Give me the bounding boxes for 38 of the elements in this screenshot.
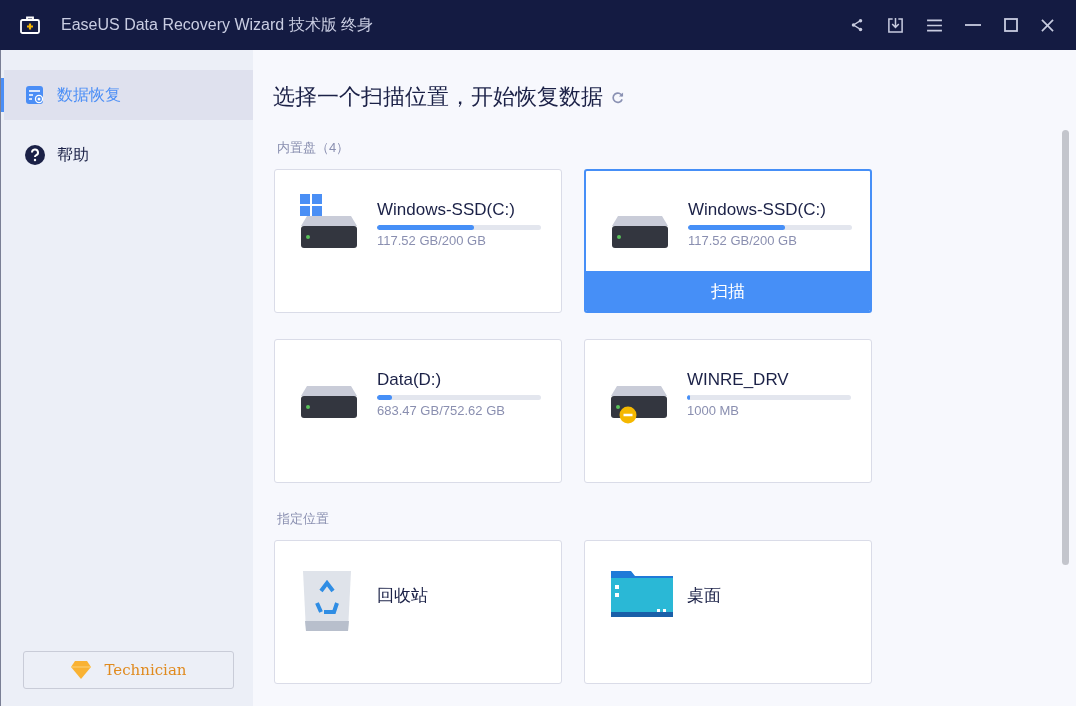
page-heading: 选择一个扫描位置，开始恢复数据 — [273, 83, 603, 111]
location-card[interactable]: 桌面 — [584, 540, 872, 684]
recycle-bin-icon — [301, 571, 353, 633]
recovery-icon — [25, 85, 45, 105]
help-icon — [25, 145, 45, 165]
drive-size: 117.52 GB/200 GB — [377, 233, 487, 248]
drive-size: 1000 MB — [687, 403, 741, 418]
hard-drive-icon — [301, 216, 357, 248]
hard-drive-icon — [612, 216, 668, 248]
location-name: 回收站 — [377, 586, 428, 606]
hard-drive-icon — [611, 386, 667, 418]
location-name: Windows-SSD(C:) — [377, 200, 516, 220]
download-icon[interactable] — [887, 16, 904, 34]
hard-drive-icon — [301, 386, 357, 418]
maximize-icon[interactable] — [1004, 18, 1018, 32]
location-card[interactable]: WINRE_DRV 1000 MB — [584, 339, 872, 483]
location-name: Windows-SSD(C:) — [688, 200, 827, 220]
window-title: EaseUS Data Recovery Wizard 技术版 终身 — [61, 14, 374, 35]
refresh-icon[interactable] — [611, 90, 624, 104]
location-name: WINRE_DRV — [687, 370, 790, 390]
location-card[interactable]: Windows-SSD(C:) 117.52 GB/200 GB — [274, 169, 562, 313]
toolbox-icon — [20, 16, 40, 34]
share-icon[interactable] — [850, 18, 864, 32]
section-label: 内置盘（4） — [277, 139, 351, 157]
location-name: Data(D:) — [377, 370, 443, 390]
drive-size: 117.52 GB/200 GB — [688, 233, 798, 248]
scrollbar-thumb[interactable] — [1062, 130, 1069, 565]
location-card[interactable]: Data(D:) 683.47 GB/752.62 GB — [274, 339, 562, 483]
menu-icon[interactable] — [927, 18, 942, 32]
close-icon[interactable] — [1041, 18, 1054, 32]
diamond-icon — [70, 660, 93, 680]
drive-size: 683.47 GB/752.62 GB — [377, 403, 506, 418]
location-card[interactable]: 回收站 — [274, 540, 562, 684]
sidebar-item[interactable]: 帮助 — [4, 130, 253, 180]
location-name: 桌面 — [687, 586, 721, 606]
location-card[interactable]: Windows-SSD(C:) 117.52 GB/200 GB 扫描 — [584, 169, 872, 313]
section-label: 指定位置 — [277, 510, 330, 528]
folder-icon — [611, 571, 673, 617]
